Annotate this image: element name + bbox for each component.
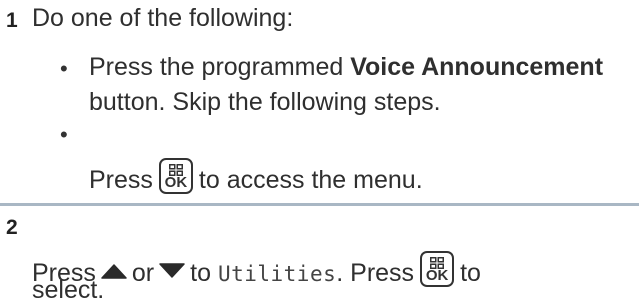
- menu-ok-key-icon: OK: [420, 251, 455, 287]
- ok-key-label: OK: [425, 267, 449, 284]
- up-arrow-icon: [101, 256, 127, 286]
- down-arrow-icon: [159, 256, 185, 286]
- bullet-2-line: Press OK to access the menu.: [89, 158, 423, 195]
- step-2-line-2: select.: [32, 276, 105, 304]
- menu-ok-key-icon: OK: [158, 158, 193, 194]
- ok-key-label: OK: [164, 174, 188, 191]
- step-2-period: .: [336, 259, 344, 287]
- bullet-2-text: to access the menu.: [198, 166, 423, 194]
- bullet-1-line-1: Press the programmed Voice Announcement: [89, 52, 603, 82]
- bullet-1-text: Press the programmed: [89, 53, 351, 81]
- step-2-or: or: [131, 259, 155, 287]
- step-2-press-again: Press: [350, 259, 415, 287]
- step-2-to-select: to: [460, 259, 481, 287]
- step-1-intro: Do one of the following:: [32, 4, 294, 32]
- voice-announcement-button-label: Voice Announcement: [350, 53, 604, 81]
- step-divider: [0, 203, 639, 206]
- bullet-marker-2: •: [60, 122, 68, 147]
- utilities-menu-item: Utilities: [217, 262, 337, 286]
- step-number-1: 1: [6, 9, 18, 32]
- step-2-to: to: [190, 259, 211, 287]
- bullet-marker-1: •: [60, 56, 68, 81]
- step-number-2: 2: [6, 216, 18, 239]
- bullet-1-line-2: button. Skip the following steps.: [89, 88, 441, 116]
- bullet-2-press: Press: [89, 166, 153, 194]
